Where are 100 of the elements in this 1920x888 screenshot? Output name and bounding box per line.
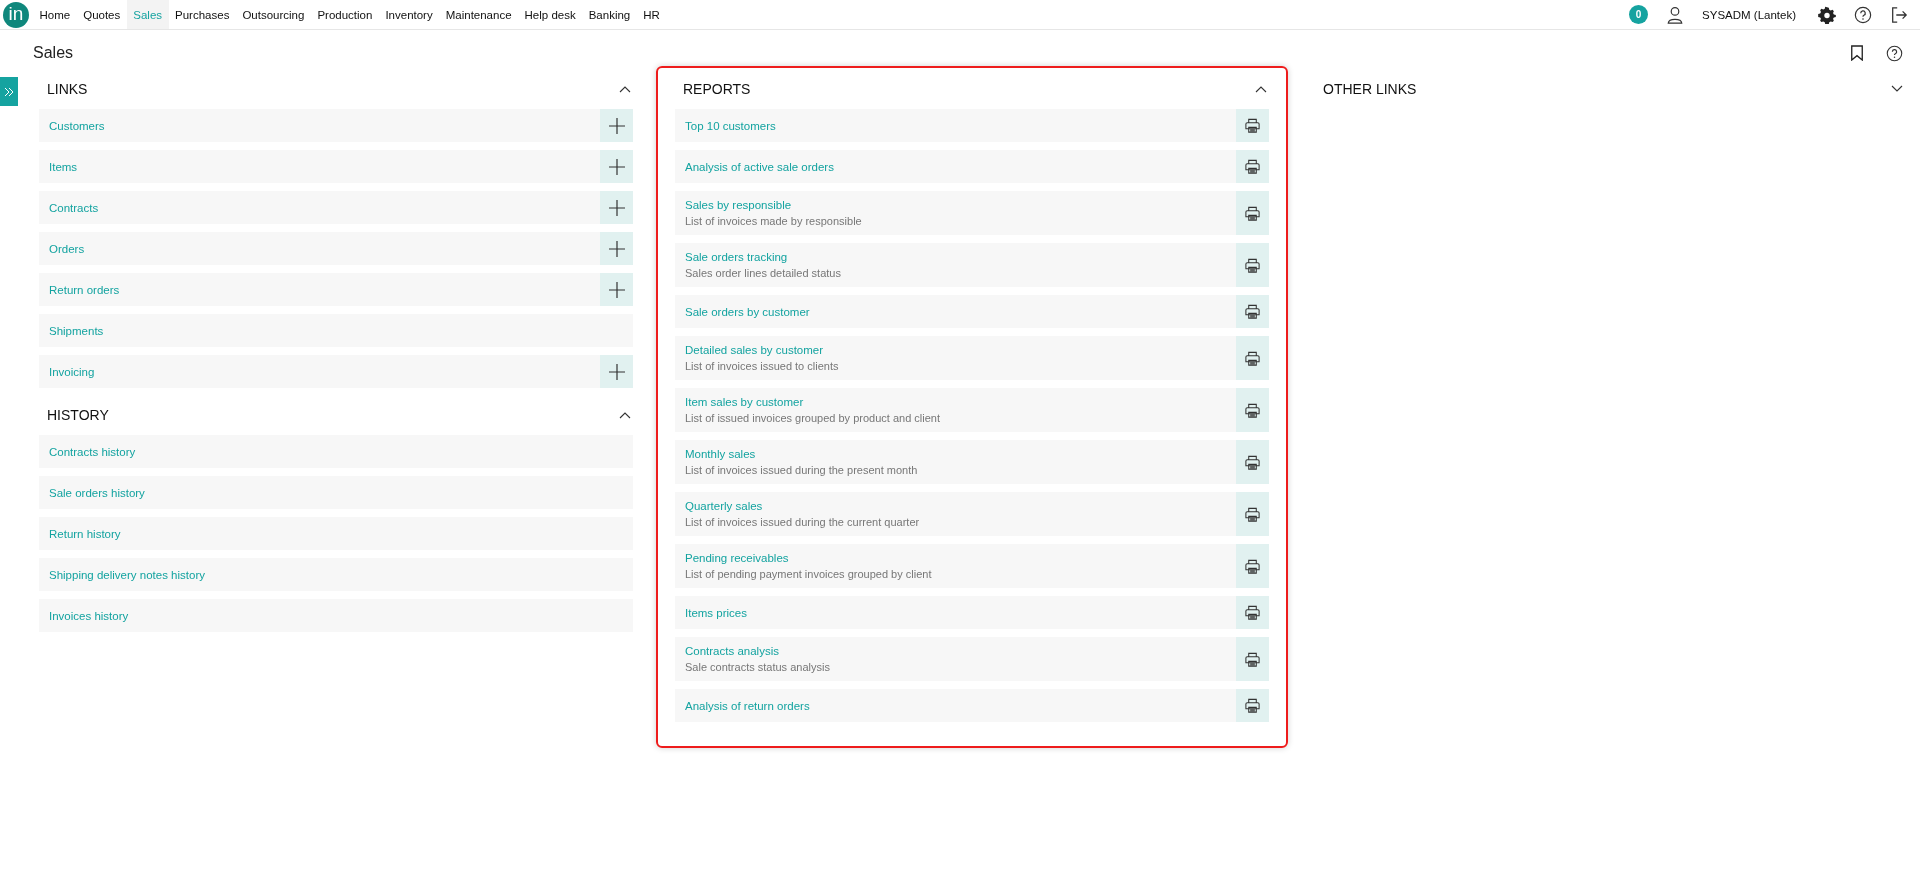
- link-row[interactable]: Invoicing: [39, 355, 633, 388]
- report-label[interactable]: Sale orders by customer: [685, 305, 1226, 318]
- link-label[interactable]: Orders: [49, 242, 590, 255]
- chevron-icon[interactable]: [1891, 85, 1903, 93]
- link-label[interactable]: Return history: [49, 527, 623, 540]
- print-button[interactable]: [1236, 191, 1269, 235]
- link-row[interactable]: Shipments: [39, 314, 633, 347]
- report-label[interactable]: Analysis of return orders: [685, 699, 1226, 712]
- printer-icon: [1244, 256, 1261, 274]
- link-row[interactable]: Orders: [39, 232, 633, 265]
- nav-tab[interactable]: Outsourcing: [235, 0, 311, 29]
- chevron-icon[interactable]: [619, 85, 631, 93]
- report-row[interactable]: Pending receivables List of pending payment invoices grouped by client: [675, 544, 1269, 588]
- report-label[interactable]: Quarterly sales: [685, 500, 1226, 512]
- add-button[interactable]: [600, 355, 633, 388]
- report-label[interactable]: Items prices: [685, 606, 1226, 619]
- link-label[interactable]: Items: [49, 160, 590, 173]
- report-row[interactable]: Top 10 customers: [675, 109, 1269, 142]
- report-row[interactable]: Analysis of active sale orders: [675, 150, 1269, 183]
- nav-tab[interactable]: Purchases: [168, 0, 236, 29]
- print-button[interactable]: [1236, 336, 1269, 380]
- report-label[interactable]: Sale orders tracking: [685, 251, 1226, 263]
- link-row[interactable]: Contracts history: [39, 435, 633, 468]
- print-button[interactable]: [1236, 243, 1269, 287]
- link-label[interactable]: Shipping delivery notes history: [49, 568, 623, 581]
- add-button[interactable]: [600, 150, 633, 183]
- link-row[interactable]: Contracts: [39, 191, 633, 224]
- app-logo[interactable]: in: [3, 1, 29, 28]
- page-title: Sales: [33, 44, 74, 62]
- link-row[interactable]: Customers: [39, 109, 633, 142]
- add-button[interactable]: [600, 232, 633, 265]
- report-row[interactable]: Sale orders by customer: [675, 295, 1269, 328]
- print-button[interactable]: [1236, 109, 1269, 142]
- print-button[interactable]: [1236, 689, 1269, 722]
- plus-icon: [607, 362, 626, 381]
- link-label[interactable]: Contracts: [49, 201, 590, 214]
- link-label[interactable]: Sale orders history: [49, 486, 623, 499]
- print-button[interactable]: [1236, 388, 1269, 432]
- print-button[interactable]: [1236, 492, 1269, 536]
- user-icon[interactable]: [1666, 5, 1685, 24]
- user-name[interactable]: SYSADM (Lantek): [1702, 8, 1796, 21]
- print-button[interactable]: [1236, 440, 1269, 484]
- report-row[interactable]: Monthly sales List of invoices issued during the present month: [675, 440, 1269, 484]
- print-button[interactable]: [1236, 295, 1269, 328]
- printer-icon: [1244, 204, 1261, 222]
- link-row[interactable]: Shipping delivery notes history: [39, 558, 633, 591]
- nav-tab[interactable]: Home: [33, 0, 77, 29]
- link-row[interactable]: Return history: [39, 517, 633, 550]
- settings-icon[interactable]: [1818, 5, 1836, 24]
- link-label[interactable]: Invoices history: [49, 609, 623, 622]
- print-button[interactable]: [1236, 596, 1269, 629]
- add-button[interactable]: [600, 109, 633, 142]
- nav-tab[interactable]: HR: [636, 0, 667, 29]
- sidebar-toggle-button[interactable]: [0, 77, 18, 106]
- link-row[interactable]: Return orders: [39, 273, 633, 306]
- print-button[interactable]: [1236, 150, 1269, 183]
- nav-tab[interactable]: Banking: [582, 0, 637, 29]
- report-row[interactable]: Sales by responsible List of invoices made by responsible: [675, 191, 1269, 235]
- report-row[interactable]: Quarterly sales List of invoices issued during the current quarter: [675, 492, 1269, 536]
- chevron-icon[interactable]: [619, 411, 631, 419]
- link-label[interactable]: Invoicing: [49, 365, 590, 378]
- add-button[interactable]: [600, 191, 633, 224]
- nav-tab[interactable]: Inventory: [378, 0, 440, 29]
- report-label[interactable]: Contracts analysis: [685, 645, 1226, 657]
- report-label[interactable]: Detailed sales by customer: [685, 344, 1226, 356]
- chevron-icon[interactable]: [1255, 85, 1267, 93]
- report-label[interactable]: Sales by responsible: [685, 199, 1226, 211]
- logout-icon[interactable]: [1890, 5, 1908, 24]
- nav-tab[interactable]: Quotes: [76, 0, 127, 29]
- report-row[interactable]: Items prices: [675, 596, 1269, 629]
- link-row[interactable]: Invoices history: [39, 599, 633, 632]
- report-label[interactable]: Analysis of active sale orders: [685, 160, 1226, 173]
- link-label[interactable]: Customers: [49, 119, 590, 132]
- print-button[interactable]: [1236, 544, 1269, 588]
- report-row[interactable]: Item sales by customer List of issued invoices grouped by product and client: [675, 388, 1269, 432]
- report-label[interactable]: Top 10 customers: [685, 119, 1226, 132]
- link-label[interactable]: Contracts history: [49, 445, 623, 458]
- printer-icon: [1244, 158, 1261, 175]
- nav-tab[interactable]: Help desk: [518, 0, 583, 29]
- report-row[interactable]: Detailed sales by customer List of invoices issued to clients: [675, 336, 1269, 380]
- link-row[interactable]: Items: [39, 150, 633, 183]
- report-row[interactable]: Contracts analysis Sale contracts status analysis: [675, 637, 1269, 681]
- report-row[interactable]: Analysis of return orders: [675, 689, 1269, 722]
- link-label[interactable]: Return orders: [49, 283, 590, 296]
- link-label[interactable]: Shipments: [49, 324, 623, 337]
- notification-badge[interactable]: 0: [1629, 5, 1649, 24]
- help-icon[interactable]: [1886, 44, 1903, 62]
- report-label[interactable]: Item sales by customer: [685, 396, 1226, 408]
- plus-icon: [607, 157, 626, 176]
- report-row[interactable]: Sale orders tracking Sales order lines detailed status: [675, 243, 1269, 287]
- print-button[interactable]: [1236, 637, 1269, 681]
- nav-tab[interactable]: Production: [310, 0, 379, 29]
- report-label[interactable]: Pending receivables: [685, 552, 1226, 564]
- report-label[interactable]: Monthly sales: [685, 448, 1226, 460]
- link-row[interactable]: Sale orders history: [39, 476, 633, 509]
- add-button[interactable]: [600, 273, 633, 306]
- bookmark-icon[interactable]: [1850, 45, 1864, 61]
- help-icon[interactable]: [1854, 5, 1872, 24]
- nav-tab[interactable]: Sales: [126, 0, 169, 29]
- nav-tab[interactable]: Maintenance: [439, 0, 519, 29]
